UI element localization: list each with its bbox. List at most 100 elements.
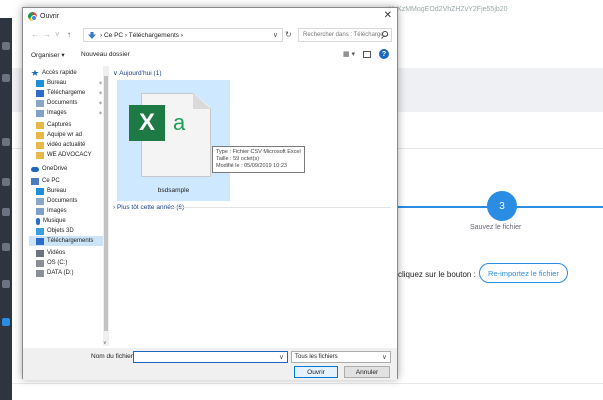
navpane-item[interactable]: OneDrive	[29, 164, 109, 174]
navpane-item[interactable]: WE ADVOCACY	[29, 150, 109, 160]
download-icon	[36, 89, 44, 97]
navpane-item[interactable]: vidéo actualité	[29, 140, 109, 150]
home-icon[interactable]	[2, 74, 10, 82]
address-bar[interactable]: › Ce PC › Téléchargements › ∨	[83, 28, 283, 42]
dialog-footer: Nom du fichier : ∨ Tous les fichiers ∨ O…	[23, 348, 397, 380]
navigation-pane: Accès rapide Bureau ✶ Téléchargeme ✶ Document…	[29, 66, 109, 346]
navpane-item[interactable]: Bureau ✶	[29, 78, 109, 88]
navpane-item[interactable]: Documents	[29, 196, 109, 206]
open-button[interactable]: Ouvrir	[294, 366, 338, 378]
filename-input[interactable]: ∨	[133, 351, 288, 363]
page-footer	[12, 383, 603, 400]
navpane-item-label: Captures	[47, 122, 72, 128]
navpane-item-label: Images	[47, 110, 67, 116]
navpane-item-label: Images	[47, 208, 67, 214]
dialog-toolbar: Organiser ▾ Nouveau dossier ▦ ▾ ?	[23, 48, 397, 62]
filename-label: Nom du fichier :	[91, 353, 137, 360]
navpane-item[interactable]: OS (C:)	[29, 258, 109, 268]
view-options-icon[interactable]: ▦ ▾	[343, 50, 355, 58]
navpane-item-label: Documents	[47, 100, 78, 106]
navpane-item[interactable]: Accès rapide	[29, 68, 109, 78]
search-input[interactable]: Rechercher dans : Télécharge...	[298, 28, 392, 42]
settings-icon[interactable]	[2, 318, 10, 326]
file-name: bsdsample	[157, 187, 190, 194]
tooltip-size: Taille : 59 octet(s)	[216, 156, 260, 162]
drive-icon	[36, 259, 44, 267]
dialog-titlebar[interactable]: Ouvrir ✕	[23, 8, 397, 25]
doc-icon[interactable]	[2, 138, 10, 146]
tooltip-type: Type : Fichier CSV Microsoft Excel	[216, 149, 301, 155]
tooltip-modified: Modifié le : 05/09/2019 10:23	[216, 163, 287, 169]
close-icon[interactable]: ✕	[384, 10, 392, 21]
share-icon[interactable]	[2, 208, 10, 216]
navpane-item[interactable]: Aquipe wr ad	[29, 130, 109, 140]
navpane-item[interactable]: Téléchargeme ✶	[29, 88, 109, 98]
cloud-icon	[31, 166, 39, 172]
preview-pane-icon[interactable]	[363, 51, 371, 58]
navpane-item[interactable]: DATA (D:)	[29, 268, 109, 278]
navpane-item-label: Documents	[47, 198, 78, 204]
step-circle: 3	[487, 191, 517, 221]
folder-icon	[36, 151, 44, 159]
scrollbar-thumb[interactable]	[104, 76, 108, 331]
scroll-down-icon[interactable]: ∨	[103, 340, 107, 346]
group-divider	[171, 207, 391, 208]
documents-icon	[36, 197, 44, 205]
objects3d-icon	[36, 227, 44, 235]
music-icon	[36, 217, 40, 225]
chevron-down-icon[interactable]: ∨	[273, 31, 278, 39]
forward-arrow-icon[interactable]: →	[43, 30, 51, 39]
documents-icon	[36, 99, 44, 107]
filetype-select[interactable]: Tous les fichiers ∨	[291, 351, 391, 363]
navpane-item-label: Bureau	[47, 80, 67, 86]
url-text: eVzXzMMogEOd2VhZHZvY2Fje55jb20	[385, 6, 508, 13]
navpane-item-label: OS (C:)	[47, 260, 68, 266]
chart-icon[interactable]	[2, 280, 10, 288]
menu-icon[interactable]	[2, 42, 10, 50]
refresh-icon[interactable]: ↻	[285, 30, 292, 39]
navpane-item[interactable]: Documents ✶	[29, 98, 109, 108]
excel-icon: X	[129, 105, 165, 141]
breadcrumb[interactable]: › Ce PC › Téléchargements ›	[100, 32, 183, 39]
file-tile[interactable]: X a bsdsample	[117, 80, 230, 201]
help-icon[interactable]: ?	[379, 49, 389, 59]
navpane-item-label: Accès rapide	[42, 70, 77, 76]
navpane-item[interactable]: Bureau	[29, 186, 109, 196]
navpane-item[interactable]: Téléchargements	[29, 236, 109, 246]
desktop-icon	[36, 79, 44, 87]
up-arrow-icon[interactable]: ↑	[67, 30, 71, 39]
download-folder-icon	[88, 32, 96, 39]
cancel-button[interactable]: Annuler	[344, 366, 390, 378]
navpane-item-label: Musique	[43, 218, 66, 224]
navpane-item[interactable]: Images ✶	[29, 108, 109, 118]
navpane-item[interactable]: Musique	[29, 216, 109, 226]
group-header-today[interactable]: ∨ Aujourd’hui (1)	[113, 69, 161, 77]
new-folder-button[interactable]: Nouveau dossier	[81, 51, 130, 58]
chevron-down-icon: ∨	[381, 354, 387, 361]
back-arrow-icon[interactable]: ←	[31, 30, 39, 39]
navpane-item-label: Ce PC	[42, 178, 60, 184]
grid-icon[interactable]	[2, 178, 10, 186]
search-icon	[382, 31, 388, 37]
navpane-item[interactable]: Captures	[29, 120, 109, 130]
folder-icon	[36, 121, 44, 129]
navpane-item-label: Aquipe wr ad	[47, 132, 83, 138]
navpane-item[interactable]: Images	[29, 206, 109, 216]
navpane-item-label: WE ADVOCACY	[47, 152, 92, 158]
navpane-item[interactable]: Vidéos	[29, 248, 109, 258]
user-icon[interactable]	[2, 243, 10, 251]
search-placeholder: Rechercher dans : Télécharge...	[303, 32, 389, 38]
dialog-navbar: ← → ˅ ↑ › Ce PC › Téléchargements › ∨ ↻ …	[23, 27, 397, 45]
navpane-item[interactable]: Ce PC	[29, 176, 109, 186]
navpane-item-label: vidéo actualité	[47, 142, 86, 148]
recent-chevron-icon[interactable]: ˅	[55, 30, 60, 39]
chevron-down-icon[interactable]: ∨	[279, 353, 284, 361]
folder-icon	[36, 141, 44, 149]
organiser-button[interactable]: Organiser ▾	[31, 51, 65, 59]
navpane-item[interactable]: Objets 3D	[29, 226, 109, 236]
drive-icon	[36, 269, 44, 277]
chrome-icon	[28, 12, 37, 21]
reimport-button[interactable]: Re-importez le fichier	[479, 263, 568, 283]
folder-icon	[36, 131, 44, 139]
file-tooltip: Type : Fichier CSV Microsoft Excel Taill…	[212, 146, 305, 173]
